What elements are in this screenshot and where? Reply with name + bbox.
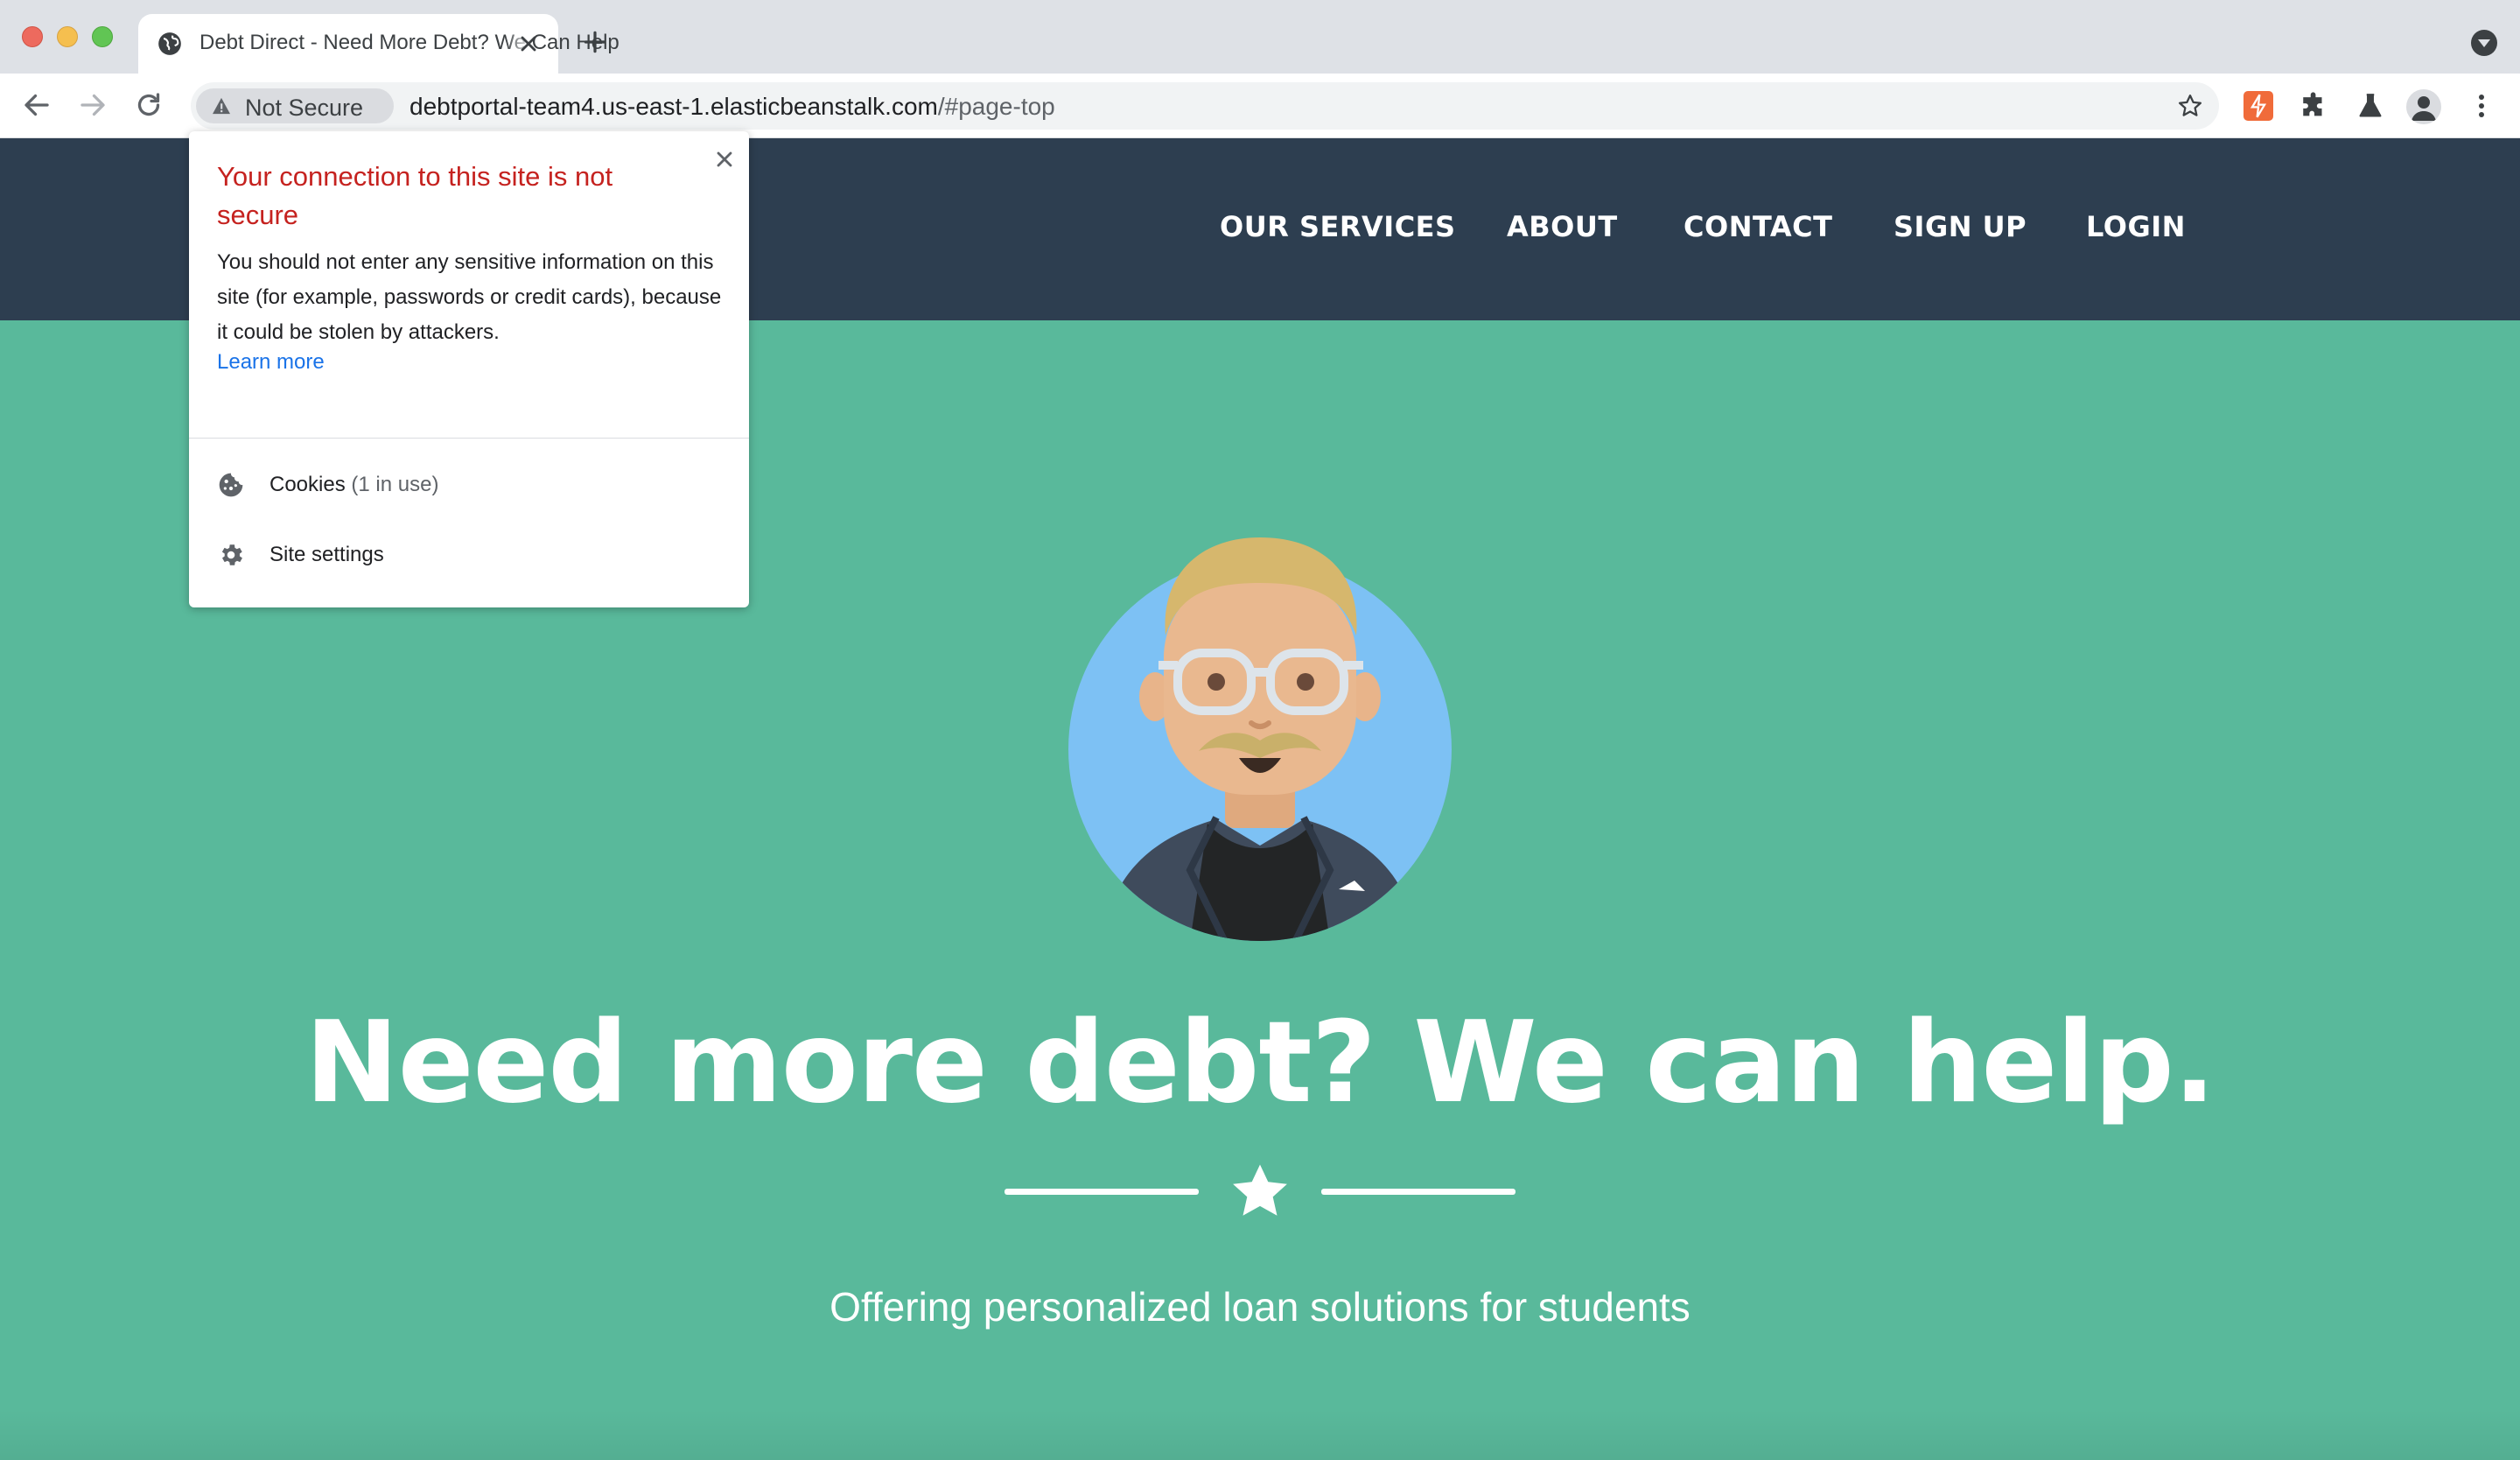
tab-title: Debt Direct - Need More Debt? We Can Hel… — [200, 31, 620, 54]
star-icon — [1233, 1164, 1287, 1216]
security-chip-label: Not Secure — [245, 95, 364, 121]
hero-headline: Need more debt? We can help. — [304, 998, 2216, 1128]
nav-link-our-services[interactable]: OUR SERVICES — [1220, 210, 1456, 243]
cookies-row[interactable]: Cookies (1 in use) — [217, 467, 724, 502]
nav-link-login[interactable]: LOGIN — [2086, 210, 2186, 243]
plus-icon[interactable] — [581, 28, 609, 56]
warning-icon — [213, 97, 230, 115]
more-menu-icon[interactable] — [2471, 91, 2492, 121]
close-icon[interactable] — [712, 147, 737, 172]
url-text[interactable]: debtportal-team4.us-east-1.elasticbeanst… — [410, 93, 1055, 121]
cookies-usage: (1 in use) — [351, 473, 439, 496]
security-chip-button[interactable]: Not Secure — [196, 88, 394, 123]
address-bar[interactable]: Not Secure debtportal-team4.us-east-1.el… — [191, 82, 2219, 130]
labs-flask-icon[interactable] — [2356, 91, 2385, 121]
popup-divider — [189, 438, 749, 439]
browser-tab-bar: Debt Direct - Need More Debt? We Can Hel… — [0, 0, 2520, 74]
browser-tab[interactable]: Debt Direct - Need More Debt? We Can Hel… — [138, 14, 620, 74]
cookies-label: Cookies — [270, 473, 346, 496]
browser-toolbar: Not Secure debtportal-team4.us-east-1.el… — [0, 74, 2520, 138]
divider-line-right — [1321, 1189, 1516, 1195]
bolt-icon — [2250, 94, 2267, 118]
learn-more-link[interactable]: Learn more — [217, 350, 325, 375]
extensions-puzzle-icon[interactable] — [2300, 91, 2329, 121]
window-close-button[interactable] — [22, 26, 43, 47]
reload-icon[interactable] — [133, 89, 164, 121]
back-arrow-icon[interactable] — [21, 89, 52, 121]
globe-icon — [158, 32, 181, 55]
hero-bottom-shade — [0, 1409, 2520, 1460]
popup-title: Your connection to this site is not secu… — [217, 161, 613, 230]
window-zoom-button[interactable] — [92, 26, 113, 47]
popup-body: You should not enter any sensitive infor… — [217, 250, 722, 344]
nav-link-sign-up[interactable]: SIGN UP — [1894, 210, 2026, 243]
url-path: /#page-top — [937, 93, 1055, 120]
forward-arrow-icon[interactable] — [77, 89, 108, 121]
nav-link-contact[interactable]: CONTACT — [1684, 210, 1832, 243]
close-icon[interactable] — [516, 32, 541, 56]
profile-icon[interactable] — [2406, 89, 2441, 124]
site-settings-row[interactable]: Site settings — [217, 537, 724, 572]
divider-line-left — [1004, 1189, 1199, 1195]
nav-link-about[interactable]: ABOUT — [1507, 210, 1618, 243]
extension-icon[interactable] — [2244, 91, 2273, 121]
avatar-illustration — [1068, 537, 1452, 941]
cookie-icon — [219, 473, 243, 497]
site-settings-label: Site settings — [270, 543, 384, 566]
star-bookmark-icon[interactable] — [2177, 93, 2203, 119]
site-security-popup: Your connection to this site is not secu… — [189, 131, 749, 607]
hero-subheading: Offering personalized loan solutions for… — [830, 1284, 1690, 1330]
window-minimize-button[interactable] — [57, 26, 78, 47]
url-host: debtportal-team4.us-east-1.elasticbeanst… — [410, 93, 938, 120]
gear-icon — [221, 544, 242, 565]
tab-search-button[interactable] — [2471, 30, 2497, 56]
